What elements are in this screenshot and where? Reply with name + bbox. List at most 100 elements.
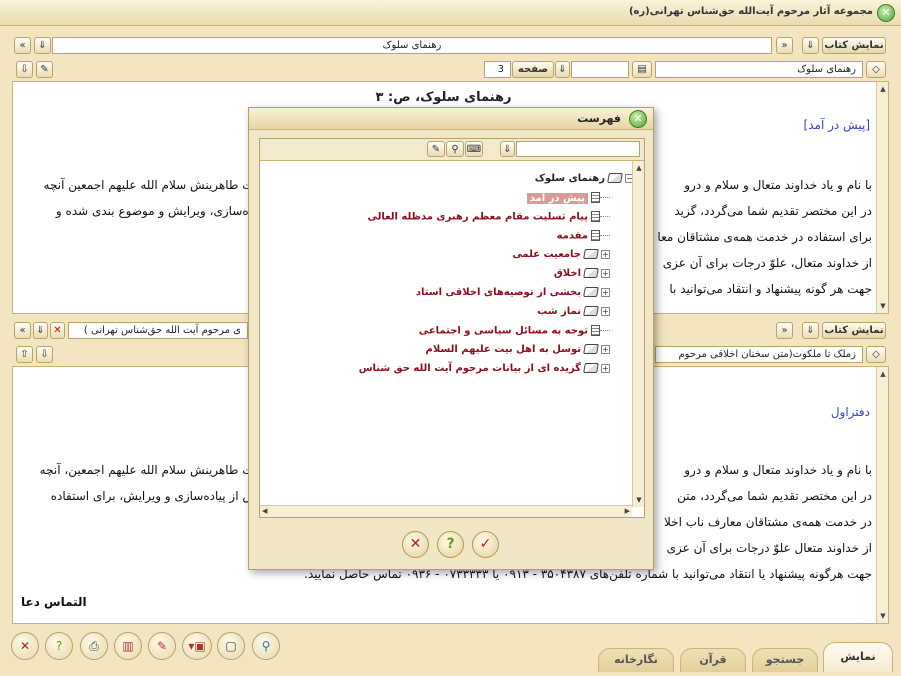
scroll-right-icon[interactable]: ▶ <box>625 507 630 515</box>
text-line: با نام و یاد خداوند متعال و سلام و درو <box>684 178 872 192</box>
books-button[interactable]: ▥ <box>114 632 142 660</box>
text-line: بیت طاهرینش سلام الله علیهم اجمعین، آنچه <box>39 463 261 477</box>
help-button[interactable]: ? <box>437 531 464 558</box>
text-line: جهت هر گونه پیشنهاد و انتقاد می‌توانید ب… <box>669 282 872 296</box>
close-app-icon[interactable]: ✕ <box>877 4 895 22</box>
text-line: در این مختصر تقدیم شما می‌گردد، گزید <box>674 204 872 218</box>
document-icon <box>591 211 600 222</box>
keyboard-icon[interactable]: ⌨ <box>465 141 483 157</box>
print-button[interactable]: ⎙ <box>80 632 108 660</box>
tree-item[interactable]: +اخلاق <box>554 268 610 284</box>
expand-icon: + <box>601 344 610 354</box>
closing-text: التماس دعا <box>21 595 87 609</box>
eraser-icon[interactable]: ◇ <box>866 61 886 78</box>
page-number-field[interactable]: 3 <box>484 61 511 78</box>
page-heading: رهنمای سلوک، ص: ۳ <box>375 90 512 105</box>
vertical-scrollbar[interactable]: ▲ ▼ <box>876 82 888 313</box>
dialog-header: ✕ فهرست <box>249 108 653 130</box>
tree-item[interactable]: +گزیده ای از بیانات مرحوم آیت الله حق شن… <box>359 363 610 379</box>
scroll-down-icon[interactable]: ▼ <box>634 495 644 505</box>
book-icon <box>583 268 599 278</box>
book-icon <box>583 287 599 297</box>
arrow-up-icon[interactable]: ⇧ <box>16 346 33 363</box>
dropdown-arrow-icon[interactable]: ⇓ <box>555 61 570 78</box>
scroll-down-icon[interactable]: ▼ <box>878 301 888 311</box>
search-icon[interactable]: ⚲ <box>252 632 280 660</box>
scroll-left-icon[interactable]: ◀ <box>262 507 267 515</box>
page-label: صفحه <box>512 61 554 78</box>
book-select-field[interactable]: رهنمای سلوک <box>655 61 863 78</box>
text-line: با نام و یاد خداوند متعال و سلام و درو <box>684 463 872 477</box>
dialog-title: فهرست <box>577 112 621 125</box>
tree-item[interactable]: +جامعیت علمی <box>512 249 610 265</box>
dropdown-arrow-icon[interactable]: ⇓ <box>802 37 819 54</box>
tree-item[interactable]: +نماز شب <box>537 306 610 322</box>
arrow-down-icon[interactable]: ⇩ <box>36 346 53 363</box>
page-search-field[interactable] <box>571 61 629 78</box>
book-icon <box>607 173 623 183</box>
page-view-button[interactable]: ▢ <box>217 632 245 660</box>
text-line: در خدمت همه‌ی مشتاقان معارف ناب اخلا <box>664 515 872 529</box>
book-page-icon[interactable]: ▤ <box>632 61 652 78</box>
help-button[interactable]: ? <box>45 632 73 660</box>
tree-panel: ⇓ ⌨ ⚲ ✎ −رهنمای سلوک پیش در آمد پیام تسل… <box>259 138 645 518</box>
dropdown-arrow-icon[interactable]: ⇓ <box>802 322 819 339</box>
expand-icon: + <box>601 268 610 278</box>
scroll-up-icon[interactable]: ▲ <box>878 369 888 379</box>
chevron-right-icon[interactable]: » <box>776 322 793 339</box>
tree-toolbar: ⇓ ⌨ ⚲ ✎ <box>260 139 644 161</box>
book-select-field[interactable]: زملک تا ملکوت(متن سخنان اخلاقی مرحوم <box>655 346 863 363</box>
book-icon <box>583 344 599 354</box>
confirm-button[interactable]: ✓ <box>472 531 499 558</box>
tree-item[interactable]: +بخشی از توصیه‌های اخلاقی استاد <box>416 287 610 303</box>
document-icon <box>591 230 600 241</box>
close-pane-icon[interactable]: ✕ <box>50 322 65 339</box>
tree-item[interactable]: مقدمه <box>557 230 610 246</box>
edit-note-button[interactable]: ✎ <box>148 632 176 660</box>
dropdown-arrow-icon[interactable]: ⇓ <box>33 322 48 339</box>
eraser-icon[interactable]: ◇ <box>866 346 886 363</box>
book-title-field: رهنمای سلوک <box>52 37 772 54</box>
section-title: دفتراول <box>830 405 870 419</box>
show-book-button[interactable]: نمایش کتاب <box>822 322 886 339</box>
text-line: پس از پیاده‌سازی و ویرایش، برای استفاده <box>50 489 261 503</box>
chevron-right-icon[interactable]: » <box>776 37 793 54</box>
tab-gallery[interactable]: نگارخانه <box>598 648 674 672</box>
text-line: از خداوند متعال، علوّ درجات برای آن عزی <box>662 256 872 270</box>
expand-icon: + <box>601 306 610 316</box>
bookmark-button[interactable]: ▾▣ <box>182 632 212 660</box>
tree-item[interactable]: پیش در آمد <box>526 192 610 208</box>
tree-item[interactable]: پیام تسلیت مقام معظم رهبری مدظله العالی <box>367 211 610 227</box>
settings-icon[interactable]: ✎ <box>36 61 53 78</box>
search-tool-icon[interactable]: ⚲ <box>446 141 464 157</box>
text-line: بیت طاهرینش سلام الله علیهم اجمعین آنچه <box>43 178 261 192</box>
scroll-up-icon[interactable]: ▲ <box>634 163 644 173</box>
section-link[interactable]: [پیش در آمد] <box>804 118 870 132</box>
document-icon <box>591 192 600 203</box>
tree-root[interactable]: −رهنمای سلوک <box>535 173 634 189</box>
scroll-down-icon[interactable]: ▼ <box>878 611 888 621</box>
tree-search-input[interactable] <box>516 141 640 157</box>
tab-quran[interactable]: قرآن <box>680 648 746 672</box>
tree-item[interactable]: توجه به مسائل سیاسی و اجتماعی <box>419 325 610 341</box>
close-dialog-icon[interactable]: ✕ <box>629 110 647 128</box>
scroll-up-icon[interactable]: ▲ <box>878 84 888 94</box>
tab-show[interactable]: نمایش <box>823 642 893 672</box>
exit-button[interactable]: ✕ <box>11 632 39 660</box>
book-icon <box>583 306 599 316</box>
cancel-button[interactable]: ✕ <box>402 531 429 558</box>
chevron-left-icon[interactable]: « <box>14 322 31 339</box>
show-book-button[interactable]: نمایش کتاب <box>822 37 886 54</box>
dropdown-arrow-icon[interactable]: ⇓ <box>500 141 515 157</box>
vertical-scrollbar[interactable]: ▲ ▼ <box>876 367 888 623</box>
book-icon <box>583 249 599 259</box>
arrow-down-icon[interactable]: ⇩ <box>16 61 33 78</box>
tree-horizontal-scrollbar[interactable]: ◀ ▶ <box>260 505 632 517</box>
tab-search[interactable]: جستجو <box>752 648 818 672</box>
chevron-left-icon[interactable]: « <box>14 37 31 54</box>
settings-icon[interactable]: ✎ <box>427 141 445 157</box>
dropdown-arrow-icon[interactable]: ⇓ <box>34 37 51 54</box>
index-dialog: ✕ فهرست ⇓ ⌨ ⚲ ✎ −رهنمای سلوک پیش در آمد … <box>248 107 654 570</box>
tree-vertical-scrollbar[interactable]: ▲ ▼ <box>632 161 644 507</box>
tree-item[interactable]: +توسل به اهل بیت علیهم السلام <box>426 344 610 360</box>
